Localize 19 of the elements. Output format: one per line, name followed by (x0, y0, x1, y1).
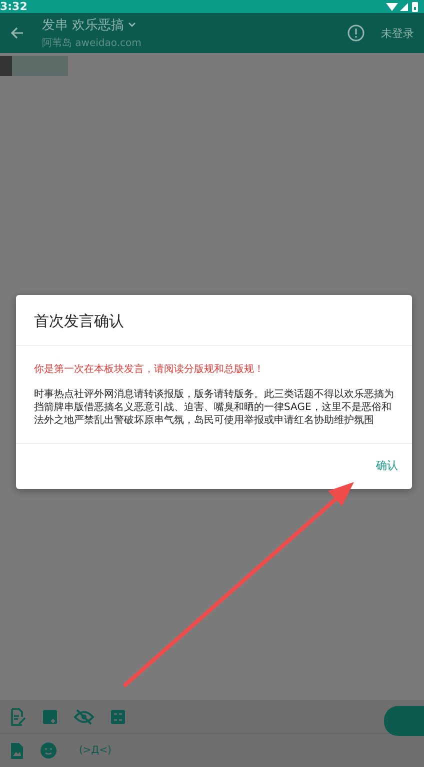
rules-text: 时事热点社评外网消息请转谈报版，版务请转版务。此三类话题不得以欢乐恶搞为挡箭牌串版借恶搞名义恶意引战、迫害、嘴臭和晒的一律SAGE，这里不是恶俗和法外之地严禁乱出警破坏原串气氛，岛民可使用举报或申请红名协助维护氛围 (34, 388, 395, 427)
status-time: 3:32 (0, 0, 28, 13)
caret-icon[interactable] (128, 22, 136, 28)
warning-text: 你是第一次在本板块发言，请阅读分版规和总版规！ (34, 362, 265, 376)
document-edit-icon[interactable] (10, 708, 26, 726)
alert-icon[interactable] (347, 24, 365, 42)
image-file-icon[interactable] (10, 742, 24, 760)
confirm-button[interactable]: 确认 (372, 454, 402, 477)
dialog-title: 首次发言确认 (16, 295, 412, 346)
board-title[interactable]: 发串 欢乐恶搞 (42, 16, 124, 34)
back-arrow-icon[interactable] (10, 26, 24, 40)
login-link[interactable]: 未登录 (381, 26, 414, 40)
site-subtitle: 阿苇岛 aweidao.com (42, 36, 142, 50)
list-icon[interactable] (110, 708, 126, 724)
blurred-block (0, 56, 68, 76)
eye-off-icon[interactable] (74, 708, 94, 724)
send-button[interactable] (384, 706, 424, 736)
emoji-icon[interactable] (40, 742, 57, 759)
image-add-icon[interactable] (42, 708, 58, 724)
